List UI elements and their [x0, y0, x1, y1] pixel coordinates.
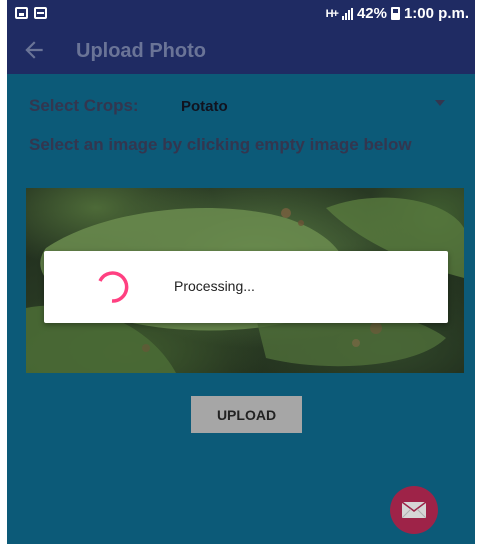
spinner-icon [98, 271, 129, 303]
phone-screen: H+ 42% 1:00 p.m. Upload Photo Select Cro… [7, 0, 475, 544]
progress-dialog: Processing... [44, 251, 448, 323]
dialog-message: Processing... [174, 278, 255, 294]
